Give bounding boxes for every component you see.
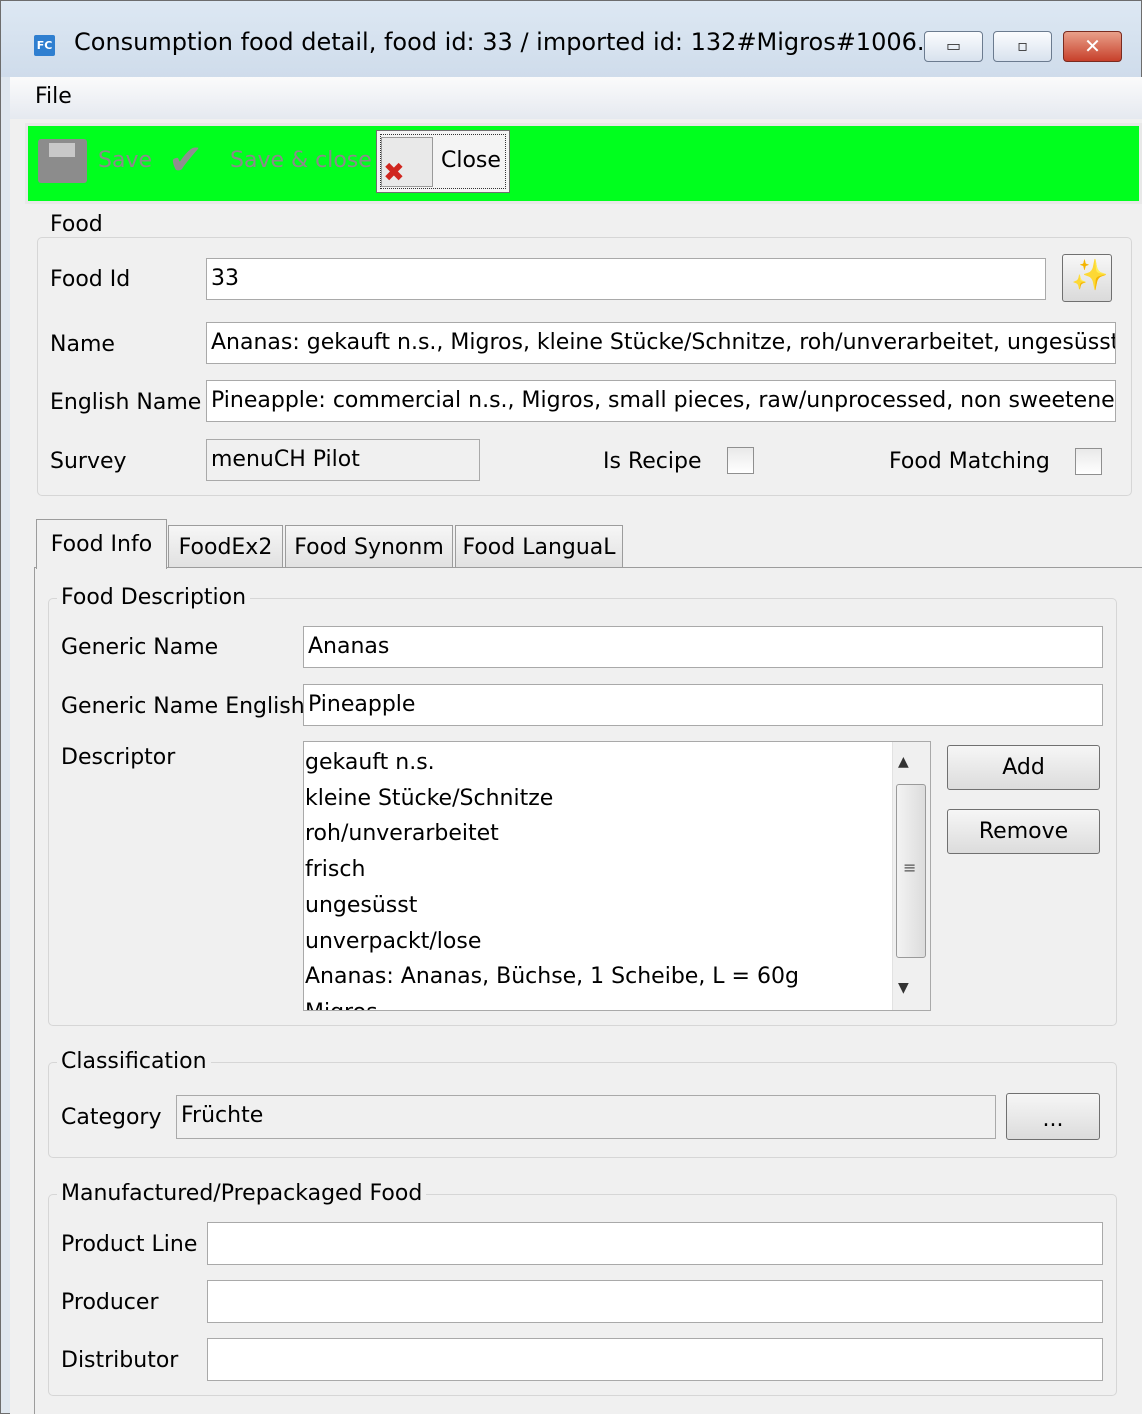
- food-group-title: Food: [46, 212, 107, 237]
- tab-food-synonm[interactable]: Food Synonm: [285, 525, 453, 567]
- close-window-button[interactable]: ✕: [1063, 31, 1122, 62]
- producer-label: Producer: [61, 1290, 159, 1315]
- minimize-button[interactable]: ▭: [924, 31, 983, 62]
- distributor-label: Distributor: [61, 1348, 179, 1373]
- survey-field: menuCH Pilot: [206, 439, 480, 481]
- save-button[interactable]: Save: [98, 148, 152, 173]
- list-item[interactable]: Ananas: Ananas, Büchse, 1 Scheibe, L = 6…: [305, 964, 799, 989]
- food-matching-checkbox[interactable]: [1075, 448, 1102, 475]
- app-icon: FC: [34, 35, 55, 56]
- food-id-label: Food Id: [50, 267, 131, 292]
- generic-name-english-field[interactable]: Pineapple: [303, 684, 1103, 726]
- is-recipe-checkbox[interactable]: [727, 447, 754, 474]
- product-line-field[interactable]: [207, 1222, 1103, 1265]
- category-label: Category: [61, 1105, 162, 1130]
- maximize-button[interactable]: ▫: [993, 31, 1052, 62]
- scroll-up-arrow-icon[interactable]: ▲: [898, 754, 909, 770]
- descriptor-label: Descriptor: [61, 745, 176, 770]
- tab-food-langual[interactable]: Food LanguaL: [455, 525, 623, 567]
- add-descriptor-button[interactable]: Add: [947, 745, 1100, 790]
- distributor-field[interactable]: [207, 1338, 1103, 1381]
- food-description-title: Food Description: [57, 585, 251, 610]
- list-item-clip: Migros: [304, 1000, 892, 1010]
- name-field[interactable]: Ananas: gekauft n.s., Migros, kleine Stü…: [206, 322, 1116, 364]
- english-name-field[interactable]: Pineapple: commercial n.s., Migros, smal…: [206, 380, 1116, 422]
- english-name-label: English Name: [50, 390, 202, 415]
- food-id-field[interactable]: 33: [206, 258, 1046, 300]
- generic-name-field[interactable]: Ananas: [303, 626, 1103, 668]
- product-line-label: Product Line: [61, 1232, 198, 1257]
- list-item[interactable]: Migros: [305, 1000, 892, 1010]
- magic-wand-icon: ✨: [1071, 258, 1109, 293]
- menu-file[interactable]: File: [35, 84, 72, 109]
- producer-field[interactable]: [207, 1280, 1103, 1323]
- category-browse-button[interactable]: ...: [1006, 1093, 1100, 1140]
- scroll-down-arrow-icon[interactable]: ▼: [898, 980, 909, 996]
- red-x-icon: ✖: [383, 158, 405, 188]
- list-item[interactable]: ungesüsst: [305, 893, 417, 918]
- generic-name-label: Generic Name: [61, 635, 219, 660]
- manufactured-title: Manufactured/Prepackaged Food: [57, 1181, 427, 1206]
- survey-label: Survey: [50, 449, 127, 474]
- checkmark-icon: ✔: [168, 135, 204, 184]
- grip-icon: ≡: [903, 858, 917, 877]
- remove-descriptor-button[interactable]: Remove: [947, 809, 1100, 854]
- floppy-disk-icon: [38, 139, 87, 183]
- list-item[interactable]: frisch: [305, 857, 365, 882]
- list-item[interactable]: gekauft n.s.: [305, 750, 435, 775]
- list-item[interactable]: roh/unverarbeitet: [305, 821, 499, 846]
- food-matching-label: Food Matching: [889, 449, 1050, 474]
- list-item[interactable]: unverpackt/lose: [305, 929, 481, 954]
- close-button-label: Close: [441, 148, 501, 173]
- classification-title: Classification: [57, 1049, 211, 1074]
- tab-food-info[interactable]: Food Info: [36, 519, 167, 569]
- is-recipe-label: Is Recipe: [603, 449, 702, 474]
- name-label: Name: [50, 332, 115, 357]
- menu-bar: [10, 77, 1142, 119]
- category-field: Früchte: [176, 1095, 996, 1139]
- tab-foodex2[interactable]: FoodEx2: [168, 525, 283, 567]
- list-item[interactable]: kleine Stücke/Schnitze: [305, 786, 553, 811]
- generic-name-english-label: Generic Name English: [61, 694, 305, 719]
- window-title: Consumption food detail, food id: 33 / i…: [74, 28, 940, 56]
- save-close-button[interactable]: Save & close: [230, 148, 372, 173]
